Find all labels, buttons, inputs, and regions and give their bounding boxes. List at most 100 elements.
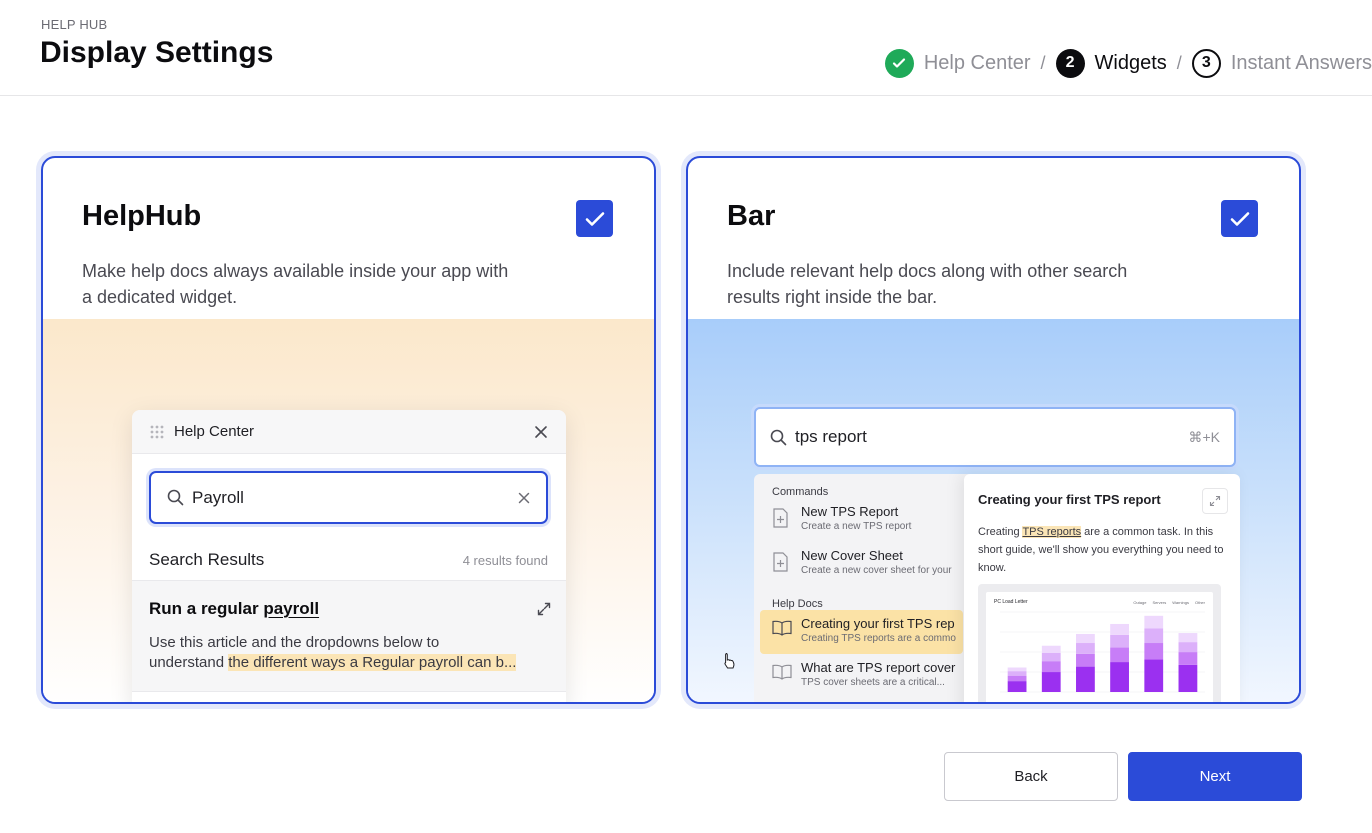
item-sub: Create a new TPS report — [801, 521, 912, 532]
mini-chart-bar-segment — [1110, 634, 1129, 648]
mini-chart-bar-segment — [1144, 659, 1164, 692]
list-item: New TPS Report Create a new TPS report — [754, 498, 969, 542]
item-sub: Creating TPS reports are a commo — [801, 633, 956, 644]
mini-chart-bar-segment — [1007, 675, 1027, 682]
page-eyebrow: HELP HUB — [41, 17, 108, 32]
mini-chart-bar-segment — [1076, 666, 1095, 692]
step-separator: / — [1040, 52, 1046, 73]
bar-option-card[interactable]: Bar Include relevant help docs along wit… — [686, 156, 1301, 704]
mini-chart: PC Load Letter Outage Servers Warnings O… — [978, 584, 1221, 702]
item-name: New TPS Report — [801, 504, 899, 519]
list-item: What are TPS report cover TPS cover shee… — [754, 654, 969, 698]
widget-search-field: Payroll — [149, 471, 548, 524]
checkmark-icon — [585, 211, 604, 226]
card-description: Include relevant help docs along with ot… — [727, 261, 1128, 307]
new-document-icon — [773, 508, 788, 528]
article-desc-highlight: the different ways a Regular payroll can… — [228, 654, 517, 671]
new-document-icon — [773, 552, 788, 572]
step-separator: / — [1176, 52, 1182, 73]
detail-keyword: TPS reports — [1022, 526, 1082, 538]
item-sub: TPS cover sheets are a critical... — [801, 677, 945, 688]
mini-chart-bar-segment — [1178, 642, 1198, 653]
results-header: Search Results 4 results found — [149, 550, 548, 570]
clear-icon — [518, 492, 530, 503]
mini-chart-bar-segment — [1144, 643, 1164, 660]
mini-chart-bar-segment — [1144, 615, 1164, 629]
item-sub: Create a new cover sheet for your — [801, 565, 952, 576]
page-title: Display Settings — [40, 36, 274, 69]
article-description: Use this article and the dropdowns below… — [149, 633, 553, 673]
bar-detail-panel: Creating your first TPS report Creating … — [964, 474, 1240, 702]
mini-chart-bar-segment — [1041, 672, 1061, 692]
section-commands: Commands — [772, 486, 829, 498]
step-label: Instant Answers — [1230, 51, 1372, 74]
search-icon — [167, 489, 184, 506]
article-title: Run a regular payroll — [149, 599, 549, 619]
back-button[interactable]: Back — [944, 752, 1118, 801]
step-label: Widgets — [1094, 51, 1167, 74]
mini-chart-bar-segment — [1076, 653, 1095, 667]
page-header: HELP HUB Display Settings Help Center / … — [0, 0, 1372, 96]
detail-paragraph: Creating TPS reports are a common task. … — [978, 523, 1226, 577]
section-help-docs: Help Docs — [772, 598, 823, 610]
mini-chart-bar-segment — [1007, 667, 1027, 672]
card-title: HelpHub — [82, 200, 202, 232]
bar-checkbox[interactable] — [1221, 200, 1258, 237]
helphub-preview: Help Center Payroll Search Results 4 res… — [43, 319, 654, 702]
checkmark-icon — [1230, 211, 1249, 226]
pointer-cursor-icon — [724, 653, 735, 669]
step-number: 2 — [1055, 48, 1085, 78]
bar-search-value: tps report — [795, 427, 867, 446]
stepper: Help Center / 2 Widgets / 3 Instant Answ… — [884, 48, 1372, 78]
results-count: 4 results found — [462, 553, 548, 568]
item-name: New Cover Sheet — [801, 548, 903, 563]
list-item: New Cover Sheet Create a new cover sheet… — [754, 542, 969, 586]
expand-icon — [1202, 488, 1228, 514]
step-widgets[interactable]: 2 Widgets — [1055, 48, 1167, 78]
mini-chart-bar-segment — [1178, 633, 1198, 643]
mini-chart-bar-segment — [1110, 647, 1129, 663]
mini-chart-bar-segment — [1076, 633, 1095, 644]
mini-chart-bar-segment — [1110, 662, 1129, 692]
item-name: What are TPS report cover — [801, 660, 956, 675]
detail-prefix: Creating — [978, 526, 1023, 538]
mini-chart-bar-segment — [1007, 671, 1027, 676]
step-help-center[interactable]: Help Center — [884, 48, 1031, 78]
result-article: Run a regular payroll Use this article a… — [132, 580, 566, 692]
list-item-selected: Creating your first TPS rep Creating TPS… — [760, 610, 963, 654]
keyboard-shortcut: ⌘+K — [1188, 428, 1220, 445]
article-title-prefix: Run a regular — [149, 599, 264, 618]
article-title-keyword: payroll — [263, 599, 320, 618]
step-label: Help Center — [923, 51, 1031, 74]
drag-handle-icon — [150, 425, 164, 438]
bar-results-list: Commands New TPS Report Create a new TPS… — [754, 474, 969, 702]
mini-chart-bar-segment — [1076, 643, 1095, 654]
check-icon — [884, 48, 914, 78]
help-center-widget: Help Center Payroll Search Results 4 res… — [132, 410, 566, 702]
helphub-option-card[interactable]: HelpHub Make help docs always available … — [41, 156, 656, 704]
close-icon — [535, 425, 547, 438]
article-desc-line1: Use this article and the dropdowns below… — [149, 634, 440, 651]
mini-chart-bar-segment — [1178, 652, 1198, 665]
mini-chart-frame: PC Load Letter Outage Servers Warnings O… — [986, 592, 1213, 702]
mini-chart-bar-segment — [1110, 623, 1129, 635]
article-desc-line2: understand — [149, 654, 229, 671]
detail-title: Creating your first TPS report — [978, 492, 1161, 507]
mini-chart-bar-segment — [1041, 645, 1061, 653]
step-instant-answers[interactable]: 3 Instant Answers — [1191, 48, 1372, 78]
mini-chart-bar-segment — [1041, 652, 1061, 662]
widget-search-value: Payroll — [192, 487, 244, 507]
step-number: 3 — [1191, 48, 1221, 78]
bar-search-field: tps report ⌘+K — [754, 407, 1236, 467]
widget-header: Help Center — [132, 410, 566, 454]
next-button[interactable]: Next — [1128, 752, 1302, 801]
expand-icon — [537, 602, 551, 616]
item-name: Creating your first TPS rep — [801, 616, 955, 631]
mini-chart-plot — [1000, 611, 1205, 693]
results-heading: Search Results — [149, 550, 265, 569]
helphub-checkbox[interactable] — [576, 200, 613, 237]
mini-chart-bar-segment — [1007, 681, 1027, 692]
mini-chart-bar-segment — [1144, 628, 1164, 644]
search-icon — [770, 429, 787, 445]
book-icon — [772, 664, 792, 680]
